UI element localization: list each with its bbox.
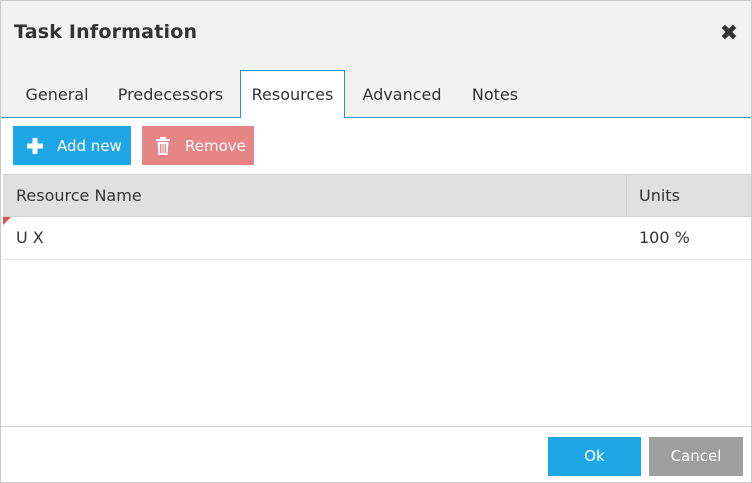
dirty-cell-indicator (3, 217, 11, 225)
dialog-title: Task Information (14, 21, 198, 43)
column-divider[interactable] (626, 175, 627, 217)
table-row[interactable]: U X 100 % (3, 217, 751, 260)
resources-grid: Resource Name Units U X 100 % (3, 174, 751, 426)
dialog-titlebar: Task Information ✖ (1, 1, 751, 70)
tab-notes[interactable]: Notes (460, 80, 530, 118)
trash-icon (153, 136, 173, 156)
dialog-footer: Ok Cancel (1, 426, 751, 482)
grid-header: Resource Name Units (3, 174, 751, 217)
tab-advanced[interactable]: Advanced (356, 80, 448, 118)
column-header-resource-name[interactable]: Resource Name (16, 175, 142, 217)
units-cell[interactable]: 100 % (639, 217, 690, 259)
close-icon[interactable]: ✖ (719, 22, 739, 46)
tab-general[interactable]: General (14, 80, 100, 118)
tab-predecessors[interactable]: Predecessors (109, 80, 232, 118)
remove-button[interactable]: Remove (142, 126, 254, 165)
ok-button[interactable]: Ok (548, 437, 641, 476)
plus-icon (25, 136, 45, 156)
tab-resources[interactable]: Resources (240, 70, 345, 118)
cancel-button[interactable]: Cancel (649, 437, 743, 476)
add-new-label: Add new (57, 136, 122, 155)
add-new-button[interactable]: Add new (13, 126, 131, 165)
remove-label: Remove (185, 136, 246, 155)
task-information-dialog: Task Information ✖ General Predecessors … (0, 0, 752, 483)
column-header-units[interactable]: Units (639, 175, 680, 217)
resources-toolbar: Add new Remove (1, 118, 751, 173)
resource-name-cell[interactable]: U X (16, 217, 44, 259)
tab-bar: General Predecessors Resources Advanced … (1, 70, 751, 118)
